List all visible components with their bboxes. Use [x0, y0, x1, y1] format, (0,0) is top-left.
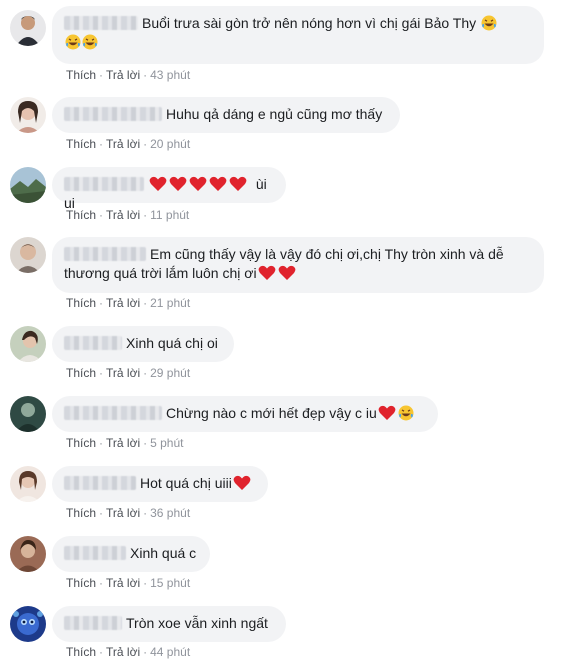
- separator: ·: [99, 436, 104, 450]
- like-link[interactable]: Thích: [66, 208, 96, 222]
- heart-emoji-icon: [378, 405, 396, 420]
- reply-link[interactable]: Trả lời: [106, 506, 140, 520]
- comment-bubble: Xinh quá chị oi: [52, 326, 234, 362]
- separator: ·: [143, 366, 148, 380]
- comment-text: Chừng nào c mới hết đẹp vậy c iu: [166, 405, 377, 421]
- reply-link[interactable]: Trả lời: [106, 436, 140, 450]
- comment-actions: Thích · Trả lời · 15 phút: [66, 576, 190, 591]
- like-link[interactable]: Thích: [66, 576, 96, 590]
- comment-text: Xinh quá c: [130, 545, 197, 561]
- heart-emoji-icon: [229, 176, 247, 191]
- comment-bubble: Buổi trưa sài gòn trở nên nóng hơn vì ch…: [52, 6, 544, 64]
- reply-link[interactable]: Trả lời: [106, 366, 140, 380]
- heart-emoji-icon: [169, 176, 187, 191]
- like-link[interactable]: Thích: [66, 137, 96, 151]
- timestamp[interactable]: 29 phút: [150, 366, 190, 380]
- separator: ·: [99, 366, 104, 380]
- reply-link[interactable]: Trả lời: [106, 576, 140, 590]
- comment-bubble: ùi ui: [52, 167, 286, 211]
- comment-bubble: Em cũng thấy vậy là vậy đó chị ơi,chị Th…: [52, 237, 544, 293]
- commenter-name[interactable]: [64, 16, 138, 30]
- separator: ·: [143, 576, 148, 590]
- like-link[interactable]: Thích: [66, 506, 96, 520]
- separator: ·: [99, 506, 104, 520]
- reply-link[interactable]: Trả lời: [106, 68, 140, 82]
- separator: ·: [143, 506, 148, 520]
- heart-emoji-icon: [278, 265, 295, 280]
- comment-text: Em cũng thấy vậy là vậy đó chị ơi,chị Th…: [150, 246, 504, 262]
- commenter-name[interactable]: [64, 476, 136, 490]
- commenter-name[interactable]: [64, 177, 144, 191]
- separator: ·: [99, 68, 104, 82]
- heart-emoji-icon: [258, 265, 275, 280]
- comment-actions: Thích · Trả lời · 5 phút: [66, 436, 183, 451]
- commenter-name[interactable]: [64, 406, 162, 420]
- comment-text: Xinh quá chị oi: [126, 335, 218, 351]
- comment-actions: Thích · Trả lời · 11 phút: [66, 208, 189, 223]
- like-link[interactable]: Thích: [66, 436, 96, 450]
- like-link[interactable]: Thích: [66, 296, 96, 310]
- avatar[interactable]: [10, 10, 46, 46]
- commenter-name[interactable]: [64, 336, 122, 350]
- comment-text-continued: thương quá trời lắm luôn chị ơi: [64, 265, 257, 281]
- heart-emoji-icon: [189, 176, 207, 191]
- separator: ·: [143, 68, 148, 82]
- timestamp[interactable]: 21 phút: [150, 296, 190, 310]
- separator: ·: [143, 296, 148, 310]
- commenter-name[interactable]: [64, 107, 162, 121]
- comment-actions: Thích · Trả lời · 20 phút: [66, 137, 190, 152]
- comment-text: Hot quá chị uiii: [140, 475, 232, 491]
- comment-actions: Thích · Trả lời · 44 phút: [66, 645, 190, 660]
- separator: ·: [143, 436, 148, 450]
- reply-link[interactable]: Trả lời: [106, 296, 140, 310]
- comment-actions: Thích · Trả lời · 29 phút: [66, 366, 190, 381]
- avatar[interactable]: [10, 237, 46, 273]
- like-link[interactable]: Thích: [66, 68, 96, 82]
- timestamp[interactable]: 5 phút: [150, 436, 183, 450]
- laughing-emoji-icon: [481, 15, 497, 31]
- laughing-emoji-icon: [65, 34, 81, 50]
- heart-emoji-icon: [149, 176, 167, 191]
- avatar[interactable]: [10, 466, 46, 502]
- separator: ·: [99, 137, 104, 151]
- commenter-name[interactable]: [64, 247, 146, 261]
- avatar[interactable]: [10, 167, 46, 203]
- timestamp[interactable]: 15 phút: [150, 576, 190, 590]
- commenter-name[interactable]: [64, 616, 122, 630]
- comment-text: Huhu qả dáng e ngủ cũng mơ thấy: [166, 106, 383, 122]
- timestamp[interactable]: 20 phút: [150, 137, 190, 151]
- separator: ·: [143, 208, 148, 222]
- comment-actions: Thích · Trả lời · 36 phút: [66, 506, 190, 521]
- timestamp[interactable]: 11 phút: [150, 208, 189, 222]
- comment-actions: Thích · Trả lời · 43 phút: [66, 68, 190, 83]
- comment-bubble: Chừng nào c mới hết đẹp vậy c iu: [52, 396, 438, 432]
- comment-text: Tròn xoe vẫn xinh ngất: [126, 615, 268, 631]
- reply-link[interactable]: Trả lời: [106, 208, 140, 222]
- comment-bubble: Huhu qả dáng e ngủ cũng mơ thấy: [52, 97, 400, 133]
- separator: ·: [99, 296, 104, 310]
- avatar[interactable]: [10, 97, 46, 133]
- comment-bubble: Xinh quá c: [52, 536, 210, 572]
- comment-bubble: Hot quá chị uiii: [52, 466, 268, 502]
- commenter-name[interactable]: [64, 546, 126, 560]
- heart-emoji-icon: [233, 475, 251, 490]
- laughing-emoji-icon: [398, 405, 414, 421]
- heart-emoji-icon: [209, 176, 227, 191]
- laughing-emoji-icon: [82, 34, 98, 50]
- avatar[interactable]: [10, 536, 46, 572]
- separator: ·: [99, 576, 104, 590]
- comment-bubble: Tròn xoe vẫn xinh ngất: [52, 606, 286, 642]
- avatar[interactable]: [10, 606, 46, 642]
- timestamp[interactable]: 36 phút: [150, 506, 190, 520]
- timestamp[interactable]: 43 phút: [150, 68, 190, 82]
- avatar[interactable]: [10, 326, 46, 362]
- comment-actions: Thích · Trả lời · 21 phút: [66, 296, 190, 311]
- reply-link[interactable]: Trả lời: [106, 137, 140, 151]
- separator: ·: [143, 137, 148, 151]
- comment-text: Buổi trưa sài gòn trở nên nóng hơn vì ch…: [142, 15, 477, 31]
- separator: ·: [99, 208, 104, 222]
- avatar[interactable]: [10, 396, 46, 432]
- like-link[interactable]: Thích: [66, 366, 96, 380]
